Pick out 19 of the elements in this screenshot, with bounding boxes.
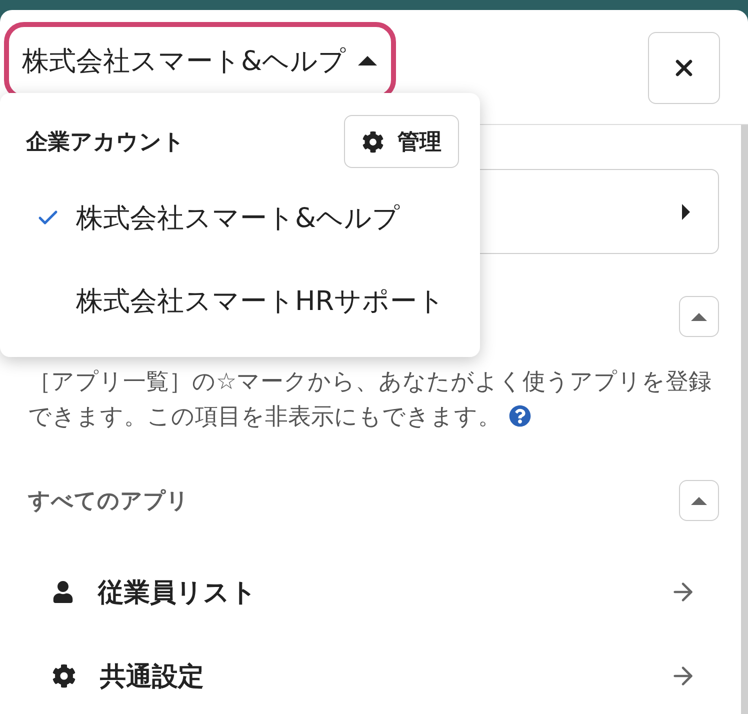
gear-icon [362,130,384,152]
person-icon [52,581,74,603]
account-option[interactable]: 株式会社スマート&ヘルプ [0,176,480,259]
section-title: すべてのアプリ [28,488,189,516]
caret-right-icon [682,204,690,220]
favorites-description: ［アプリ一覧］の☆マークから、あなたがよく使うアプリを登録できます。この項目を非表示にもできます。 [28,368,713,432]
scrollbar[interactable] [741,125,748,714]
close-button[interactable] [648,32,720,104]
account-option[interactable]: 株式会社スマートHRサポート [0,259,480,342]
app-link[interactable]: 従業員リスト [28,555,719,629]
collapse-toggle[interactable] [679,296,719,337]
app-link[interactable]: 共通設定 [28,639,719,713]
help-icon[interactable] [509,405,531,427]
menu-title: 企業アカウント [26,128,185,156]
gear-icon [52,664,76,688]
caret-up-icon [691,496,707,504]
manage-button[interactable]: 管理 [344,115,459,168]
collapse-toggle[interactable] [679,480,719,521]
caret-up-icon [691,312,707,320]
